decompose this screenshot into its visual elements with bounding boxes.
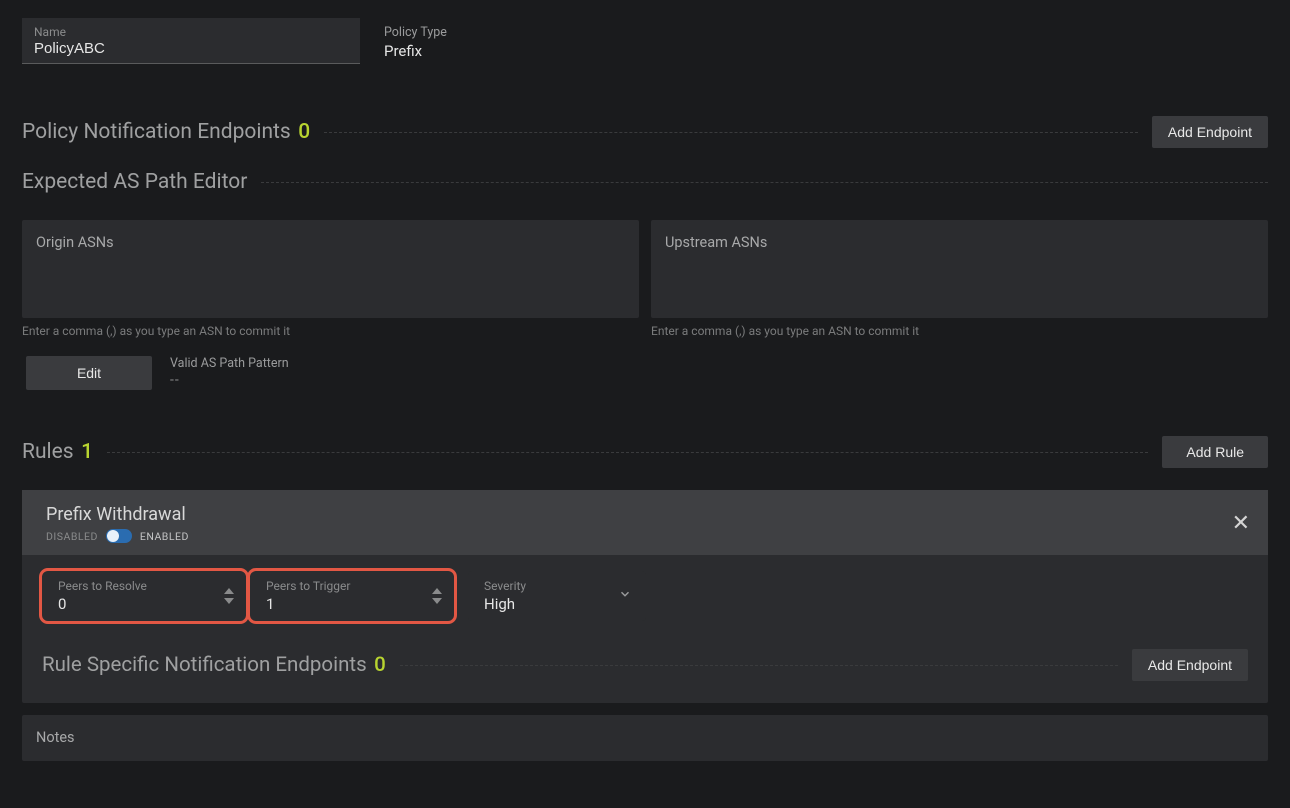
upstream-asns-hint: Enter a comma (,) as you type an ASN to … <box>651 324 1268 338</box>
name-label: Name <box>34 25 348 39</box>
rule-endpoints-count: 0 <box>374 653 386 677</box>
section-title: Rules 1 <box>22 440 93 464</box>
policy-type-label: Policy Type <box>384 25 447 40</box>
rules-count: 1 <box>81 440 93 464</box>
upstream-asns-input[interactable]: Upstream ASNs <box>651 220 1268 318</box>
chevron-down-icon <box>618 587 632 605</box>
policy-endpoints-count: 0 <box>298 120 310 144</box>
add-endpoint-button[interactable]: Add Endpoint <box>1152 116 1268 148</box>
rule-enable-toggle[interactable] <box>106 529 132 543</box>
pattern-label: Valid AS Path Pattern <box>170 356 289 371</box>
rule-title: Prefix Withdrawal <box>46 504 189 525</box>
rule-endpoints-title: Rule Specific Notification Endpoints <box>42 653 367 677</box>
origin-asns-hint: Enter a comma (,) as you type an ASN to … <box>22 324 639 338</box>
name-field-container[interactable]: Name <box>22 18 360 64</box>
divider <box>400 665 1118 666</box>
peers-to-resolve-input[interactable]: Peers to Resolve 0 <box>42 571 246 621</box>
as-path-editor-title: Expected AS Path Editor <box>22 170 247 194</box>
origin-asns-input[interactable]: Origin ASNs <box>22 220 639 318</box>
notes-label: Notes <box>36 729 1254 746</box>
increment-icon[interactable] <box>432 588 442 594</box>
section-title: Rule Specific Notification Endpoints 0 <box>42 653 386 677</box>
peers-to-resolve-label: Peers to Resolve <box>58 579 206 593</box>
peers-to-trigger-label: Peers to Trigger <box>266 579 414 593</box>
peers-to-resolve-value: 0 <box>58 595 206 613</box>
increment-icon[interactable] <box>224 588 234 594</box>
notes-input[interactable]: Notes <box>22 715 1268 761</box>
severity-label: Severity <box>484 579 606 593</box>
add-rule-button[interactable]: Add Rule <box>1162 436 1268 468</box>
enabled-label: ENABLED <box>140 530 189 543</box>
close-icon[interactable]: ✕ <box>1232 513 1250 535</box>
rules-title: Rules <box>22 440 74 464</box>
rule-card: Prefix Withdrawal DISABLED ENABLED ✕ Pee… <box>22 490 1268 703</box>
pattern-info: Valid AS Path Pattern -- <box>170 356 289 388</box>
divider <box>261 182 1268 183</box>
name-input[interactable] <box>34 40 348 57</box>
origin-asns-label: Origin ASNs <box>36 234 625 251</box>
pattern-value: -- <box>170 372 289 388</box>
severity-select[interactable]: Severity High <box>468 571 646 621</box>
severity-value: High <box>484 595 606 613</box>
upstream-asns-label: Upstream ASNs <box>665 234 1254 251</box>
divider <box>107 452 1148 453</box>
policy-type-value: Prefix <box>384 42 447 60</box>
peers-to-trigger-value: 1 <box>266 595 414 613</box>
edit-button[interactable]: Edit <box>26 356 152 390</box>
disabled-label: DISABLED <box>46 530 98 543</box>
decrement-icon[interactable] <box>224 598 234 604</box>
add-rule-endpoint-button[interactable]: Add Endpoint <box>1132 649 1248 681</box>
peers-to-trigger-input[interactable]: Peers to Trigger 1 <box>250 571 454 621</box>
policy-type: Policy Type Prefix <box>384 25 447 64</box>
policy-endpoints-title: Policy Notification Endpoints <box>22 120 291 144</box>
decrement-icon[interactable] <box>432 598 442 604</box>
divider <box>324 132 1138 133</box>
section-title: Policy Notification Endpoints 0 <box>22 120 310 144</box>
